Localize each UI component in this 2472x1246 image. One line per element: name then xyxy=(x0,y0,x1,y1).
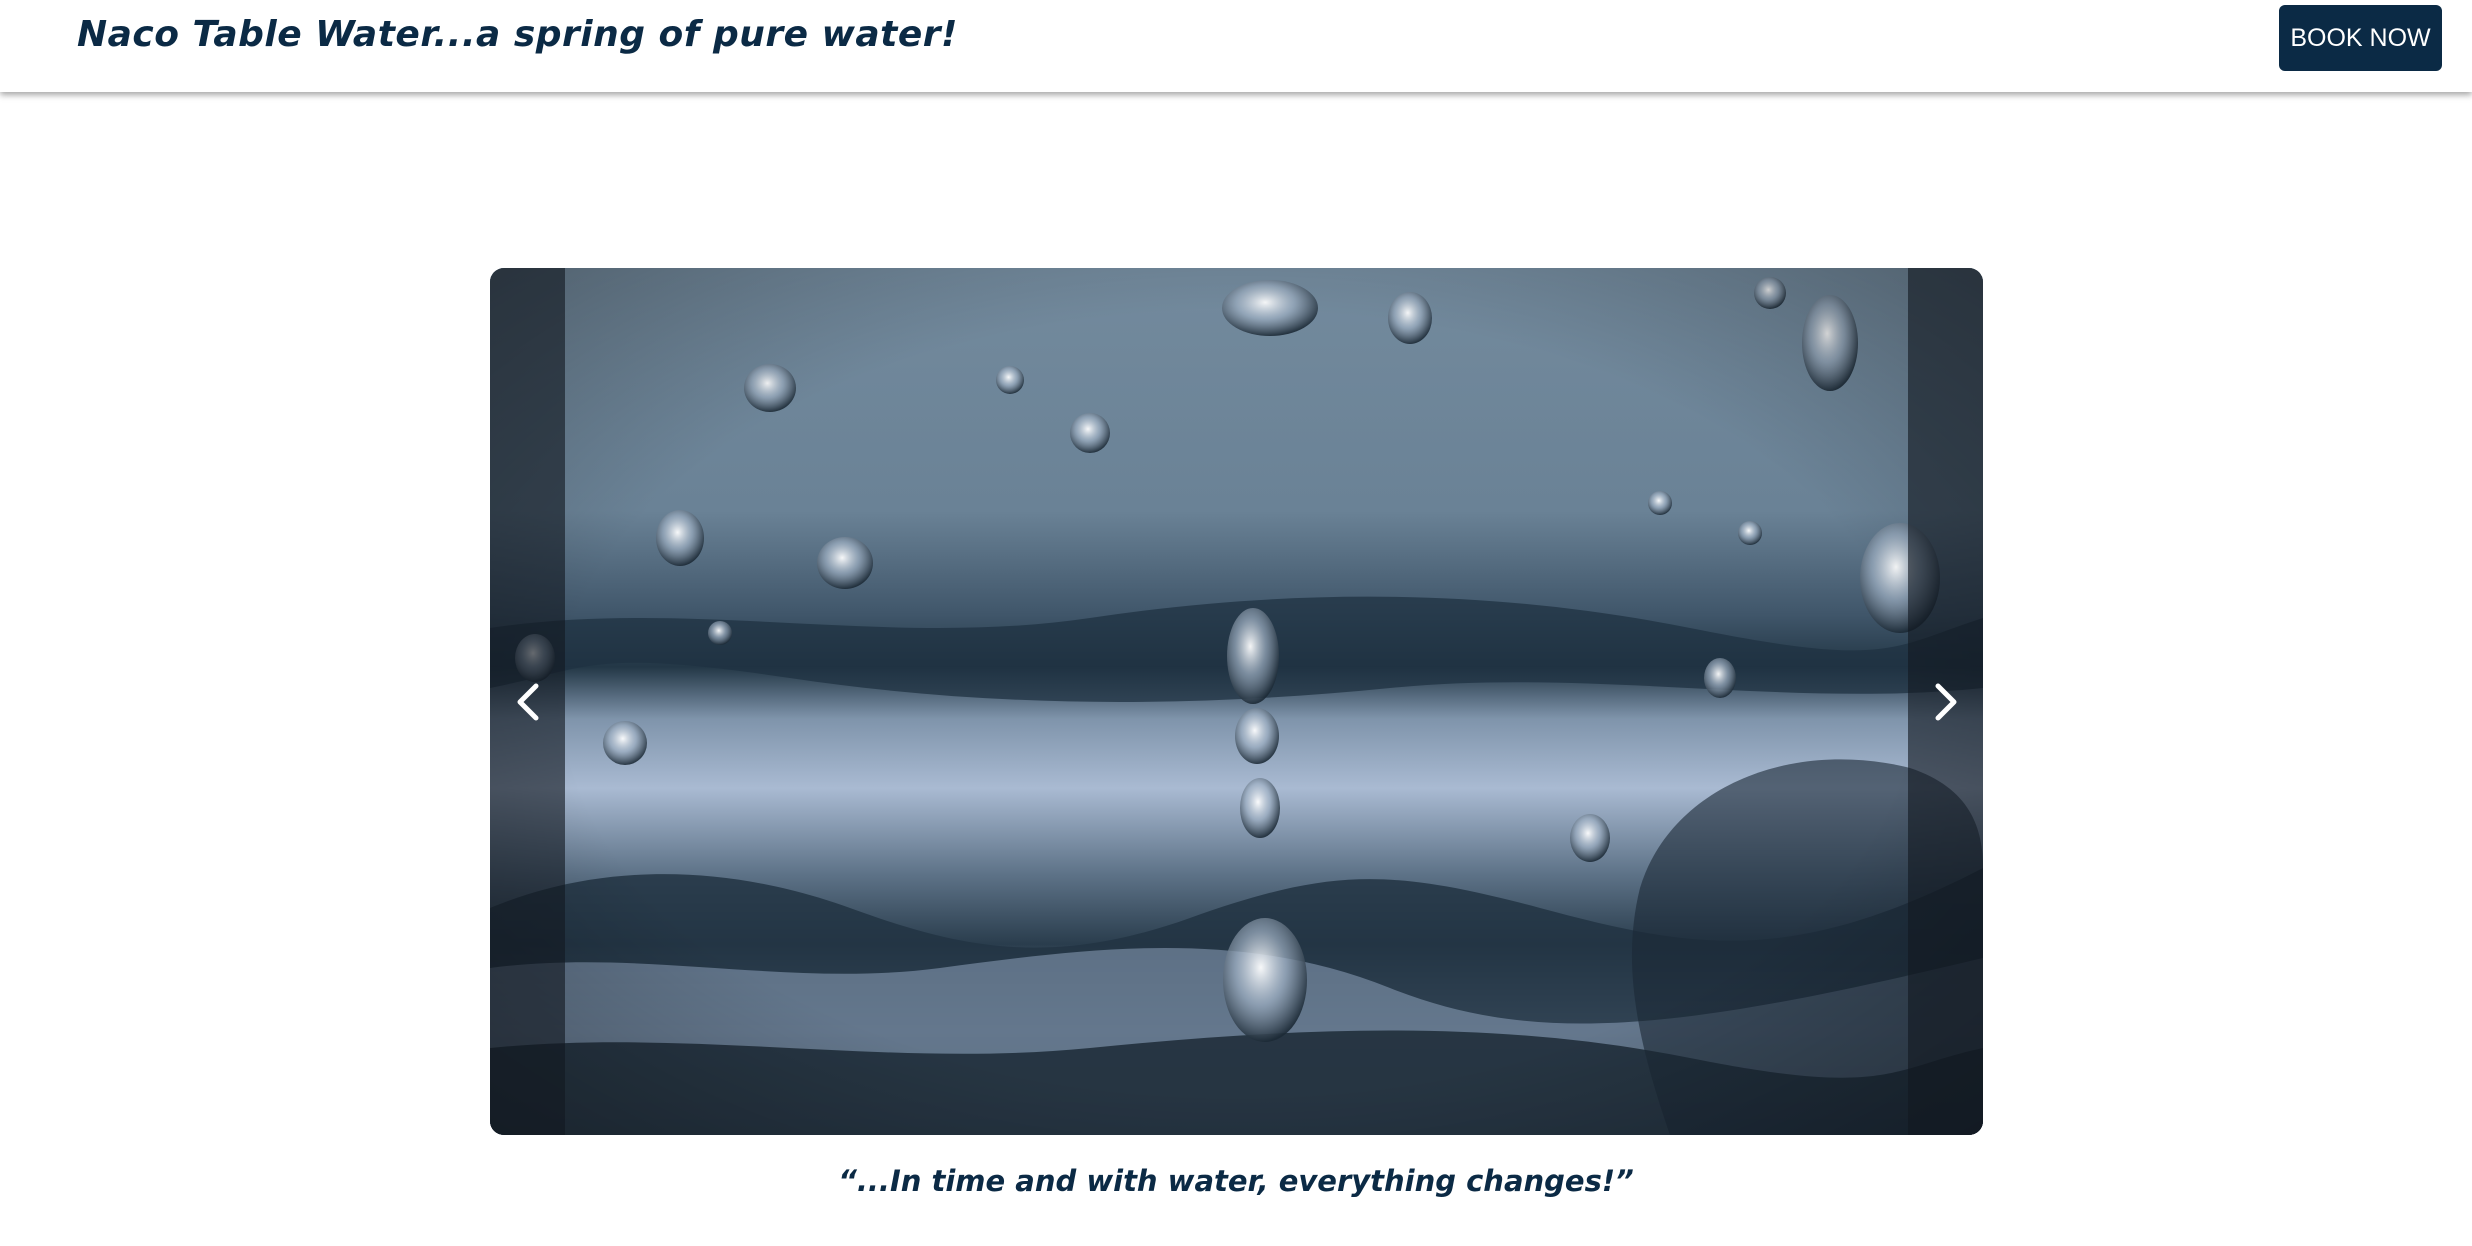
book-now-button[interactable]: BOOK NOW xyxy=(2279,5,2442,71)
brand-tagline: Naco Table Water...a spring of pure wate… xyxy=(77,14,958,55)
carousel-prev-button[interactable] xyxy=(490,268,565,1135)
carousel-caption-quote: “...In time and with water, everything c… xyxy=(838,1164,1634,1198)
chevron-right-icon xyxy=(1935,683,1956,720)
chevron-left-icon xyxy=(517,683,538,720)
site-header: Naco Table Water...a spring of pure wate… xyxy=(0,0,2472,92)
image-carousel xyxy=(490,268,1983,1135)
carousel-next-button[interactable] xyxy=(1908,268,1983,1135)
water-splash-image xyxy=(490,268,1983,1135)
